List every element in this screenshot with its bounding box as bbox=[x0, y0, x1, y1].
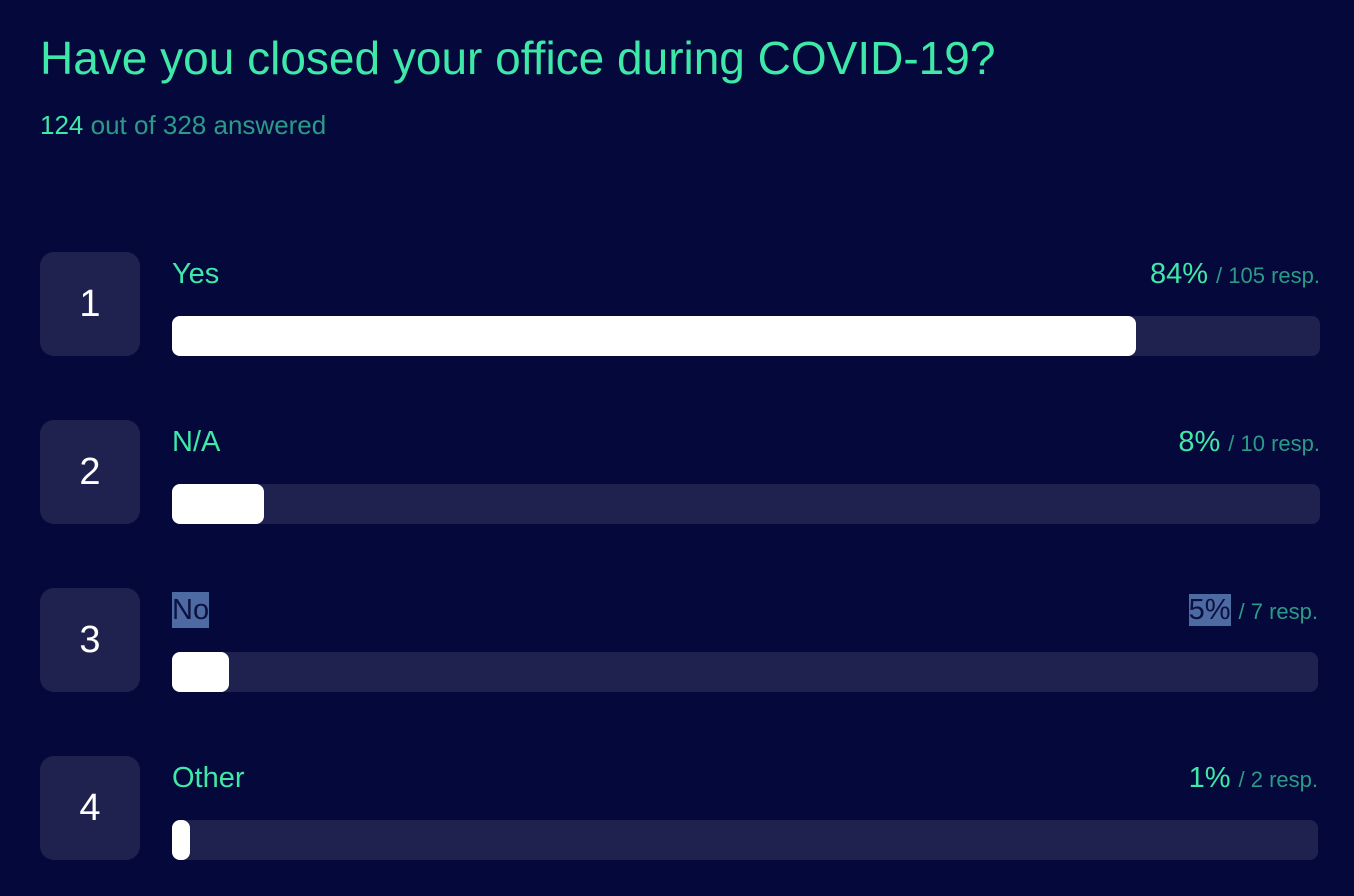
option-stats: 1% / 2 resp. bbox=[1189, 760, 1318, 801]
option-bar-track bbox=[172, 316, 1320, 356]
option-label: Yes bbox=[172, 258, 220, 290]
option-stats: 8% / 10 resp. bbox=[1178, 424, 1320, 465]
option-row-4: 4 Other 1% / 2 resp. bbox=[40, 756, 1318, 860]
option-label: No bbox=[172, 592, 210, 628]
option-responses: / 7 resp. bbox=[1238, 599, 1318, 624]
option-index: 2 bbox=[40, 420, 140, 524]
option-bar-fill bbox=[172, 652, 230, 692]
option-bar-fill bbox=[172, 316, 1137, 356]
option-label: N/A bbox=[172, 426, 221, 458]
option-percent: 8% bbox=[1178, 426, 1221, 458]
option-bar-fill bbox=[172, 484, 264, 524]
answered-total: out of 328 answered bbox=[83, 110, 327, 140]
option-percent: 5% bbox=[1188, 594, 1231, 626]
option-index: 3 bbox=[40, 588, 140, 692]
option-row-1: 1 Yes 84% / 105 resp. bbox=[40, 252, 1320, 356]
option-percent: 84% bbox=[1150, 258, 1209, 290]
option-bar-fill bbox=[172, 820, 190, 860]
question-title: Have you closed your office during COVID… bbox=[40, 32, 996, 84]
option-index: 1 bbox=[40, 252, 140, 356]
option-percent: 1% bbox=[1188, 762, 1231, 794]
option-row-3: 3 No 5% / 7 resp. bbox=[40, 588, 1318, 692]
option-responses: / 105 resp. bbox=[1216, 263, 1320, 288]
option-responses: / 2 resp. bbox=[1238, 767, 1318, 792]
answered-count: 124 bbox=[40, 110, 84, 140]
option-responses: / 10 resp. bbox=[1228, 431, 1320, 456]
option-row-2: 2 N/A 8% / 10 resp. bbox=[40, 420, 1320, 524]
option-stats: 5% / 7 resp. bbox=[1188, 592, 1318, 633]
option-stats: 84% / 105 resp. bbox=[1150, 256, 1320, 297]
option-bar-track bbox=[172, 652, 1318, 692]
answered-summary: 124 out of 328 answered bbox=[40, 110, 326, 140]
option-index: 4 bbox=[40, 756, 140, 860]
option-bar-track bbox=[172, 820, 1318, 860]
option-label: Other bbox=[172, 762, 245, 794]
option-bar-track bbox=[172, 484, 1320, 524]
